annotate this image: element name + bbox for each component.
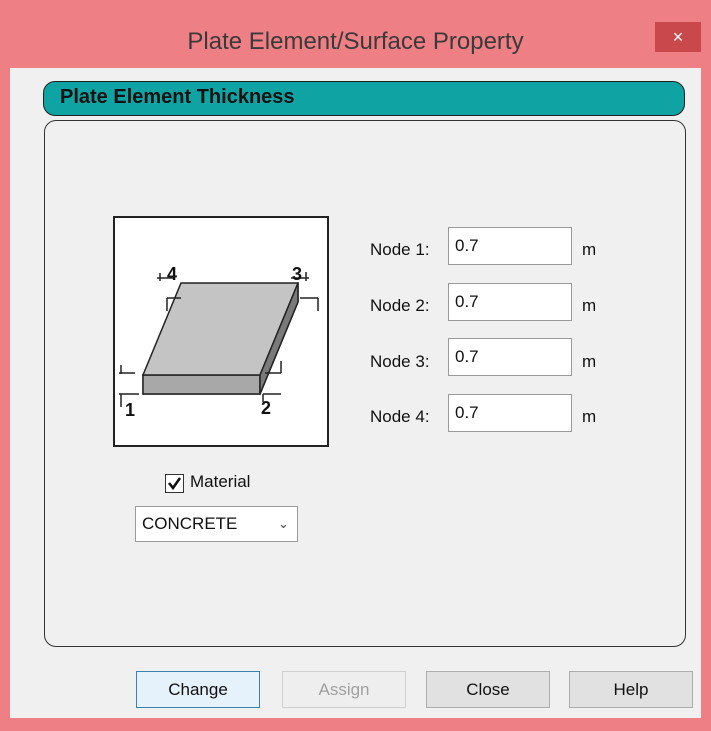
section-title: Plate Element Thickness (60, 86, 295, 108)
close-icon: × (672, 27, 684, 47)
node-2-unit: m (582, 296, 597, 315)
material-select[interactable]: CONCRETE ⌄ (135, 506, 298, 542)
help-button[interactable]: Help (569, 671, 693, 708)
assign-button[interactable]: Assign (282, 671, 406, 708)
plate-diagram-drawing: 4 3 1 2 (119, 264, 319, 420)
window-frame-left (0, 78, 10, 731)
material-checkbox[interactable] (165, 474, 184, 493)
close-window-button[interactable]: × (655, 22, 701, 52)
node-1-thickness-input[interactable] (448, 227, 572, 265)
node-4-label: Node 4: (370, 407, 430, 426)
node-3-label: Node 3: (370, 352, 430, 371)
material-select-value: CONCRETE (142, 514, 238, 533)
window-title: Plate Element/Surface Property (187, 28, 524, 55)
dialog-window: Plate Element/Surface Property × Plate E… (0, 0, 711, 731)
close-button[interactable]: Close (426, 671, 550, 708)
node-3-thickness-input[interactable] (448, 338, 572, 376)
corner-label-3: 3 (292, 264, 302, 284)
node-3-unit: m (582, 352, 597, 371)
node-2-label: Node 2: (370, 296, 430, 315)
node-1-label: Node 1: (370, 240, 430, 259)
node-4-unit: m (582, 407, 597, 426)
checkmark-icon (167, 477, 182, 491)
corner-label-1: 1 (125, 400, 135, 420)
window-frame-right (701, 78, 711, 731)
corner-label-2: 2 (261, 398, 271, 418)
node-2-thickness-input[interactable] (448, 283, 572, 321)
window-frame-bottom (0, 718, 711, 731)
section-header: Plate Element Thickness (43, 81, 685, 116)
corner-label-4: 4 (167, 264, 177, 284)
title-bar[interactable]: Plate Element/Surface Property × (0, 0, 711, 78)
chevron-down-icon: ⌄ (278, 516, 289, 531)
plate-diagram: 4 3 1 2 (113, 216, 329, 447)
change-button[interactable]: Change (136, 671, 260, 708)
material-label: Material (190, 472, 251, 491)
node-4-thickness-input[interactable] (448, 394, 572, 432)
node-1-unit: m (582, 240, 597, 259)
